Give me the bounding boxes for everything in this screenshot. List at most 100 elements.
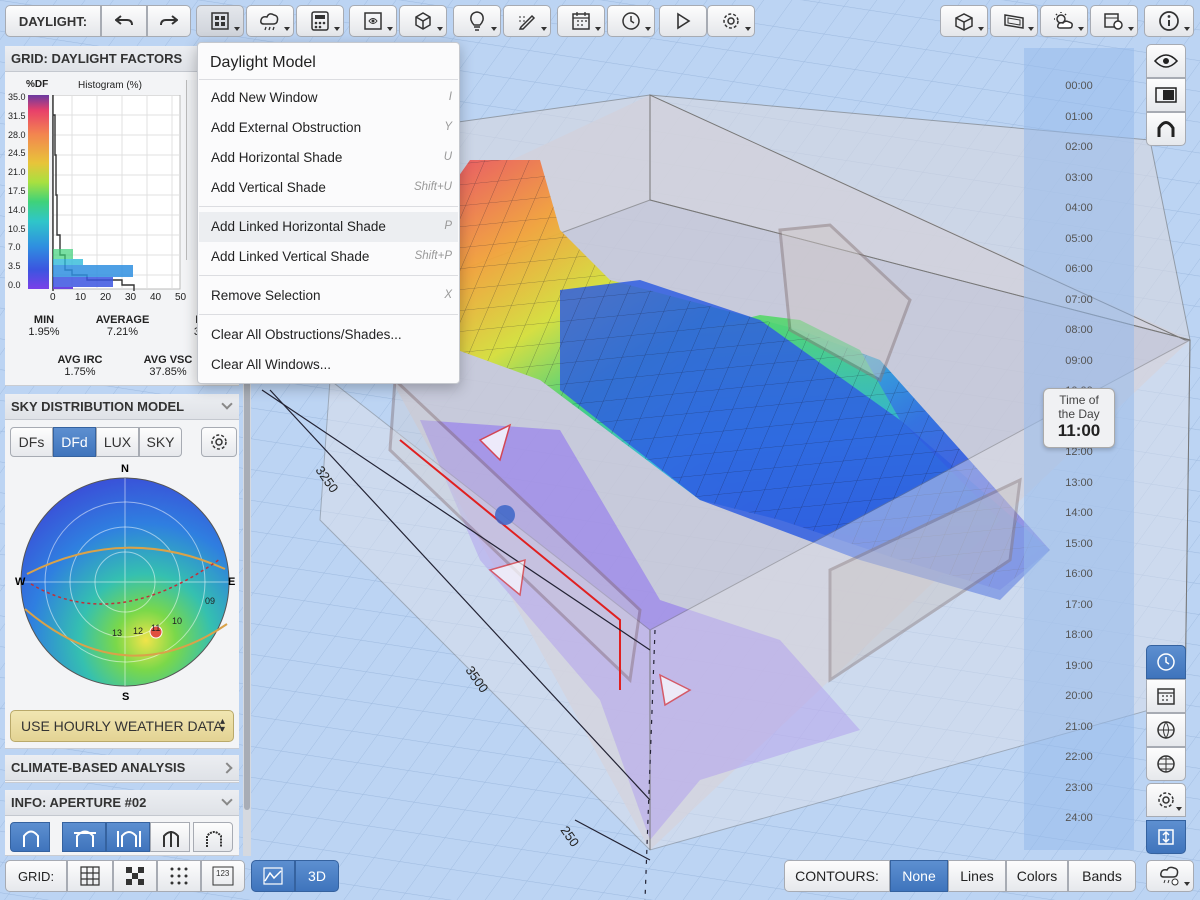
contour-colors-button[interactable]: Colors (1006, 860, 1068, 892)
play-button[interactable] (659, 5, 707, 37)
menu-add-linked-vertical-shade[interactable]: Add Linked Vertical Shade Shift+P (199, 242, 458, 272)
menu-add-vertical-shade[interactable]: Add Vertical Shade Shift+U (199, 173, 458, 203)
light-bulb-button[interactable] (453, 5, 501, 37)
magnet-button[interactable] (1146, 112, 1186, 146)
toggle-panel-icon (1155, 87, 1177, 103)
aperture-side-button[interactable] (106, 822, 150, 852)
info-icon (1159, 11, 1179, 31)
dots-grid-icon (170, 867, 188, 885)
sky-settings-button[interactable] (201, 427, 237, 457)
sky-tab-lux[interactable]: LUX (96, 427, 139, 457)
menu-add-linked-horizontal-shade[interactable]: Add Linked Horizontal Shade P (199, 212, 458, 242)
aperture-frame-button[interactable] (150, 822, 190, 852)
grid-values-button[interactable]: 123 (201, 860, 245, 892)
info-button[interactable] (1144, 5, 1194, 37)
aperture-info-panel: INFO: APERTURE #02 (5, 790, 239, 856)
chevron-down-icon[interactable] (221, 794, 233, 806)
clock-icon (622, 12, 640, 30)
hour-12: 12 (133, 626, 143, 636)
eye-icon (1154, 54, 1178, 68)
current-time: 11:00 (1057, 421, 1101, 440)
undo-button[interactable] (101, 5, 147, 37)
menu-remove-selection[interactable]: Remove Selection X (199, 281, 458, 311)
sun-cloud-button[interactable] (1040, 5, 1088, 37)
light-bulb-icon (470, 11, 484, 31)
calendar-icon (572, 12, 590, 30)
contour-none-button[interactable]: None (890, 860, 948, 892)
min-value: 1.95% (28, 326, 60, 338)
scale-label: 7.0 (8, 242, 21, 253)
sky-tab-sky[interactable]: SKY (139, 427, 182, 457)
sky-tab-dfd[interactable]: DFd (53, 427, 96, 457)
avg-irc-label: AVG IRC (57, 354, 103, 366)
scale-label: 0.0 (8, 280, 21, 290)
chevron-down-icon[interactable] (221, 398, 233, 410)
building-box-button[interactable] (940, 5, 988, 37)
sky-dome-chart[interactable]: N S W E 13 12 11 10 09 (15, 464, 235, 704)
clock-button[interactable] (607, 5, 655, 37)
time-label: 21:00 (1065, 720, 1093, 733)
globe-grid-button[interactable] (1146, 747, 1186, 781)
edit-pen-button[interactable] (503, 5, 551, 37)
time-label: 17:00 (1065, 598, 1093, 611)
calendar-settings-button[interactable] (1090, 5, 1138, 37)
visibility-button[interactable] (1146, 44, 1186, 78)
fit-view-button[interactable] (1146, 820, 1186, 854)
time-of-day-bubble[interactable]: Time of the Day 11:00 (1043, 388, 1115, 448)
sun-cloud-icon (1054, 12, 1073, 29)
time-label: 13:00 (1065, 476, 1093, 489)
daylight-mode-label: DAYLIGHT: (5, 5, 101, 37)
grid-points-button[interactable] (157, 860, 201, 892)
scale-label: 31.5 (8, 110, 26, 121)
toggle-panel-button[interactable] (1146, 78, 1186, 112)
climate-analysis-panel[interactable]: CLIMATE-BASED ANALYSIS (5, 755, 239, 783)
redo-button[interactable] (147, 5, 191, 37)
grid-lines-button[interactable] (67, 860, 113, 892)
compass-west: W (15, 576, 26, 588)
time-label: 24:00 (1065, 812, 1093, 824)
menu-add-new-window[interactable]: Add New Window I (199, 83, 458, 113)
weather-settings-button[interactable] (1146, 860, 1194, 892)
view-frame-button[interactable] (349, 5, 397, 37)
arch-grid-icon (206, 831, 222, 847)
view-settings-button[interactable] (1146, 783, 1186, 817)
aperture-grid-button[interactable] (193, 822, 233, 852)
checkerboard-icon (126, 867, 144, 885)
window-frame-button[interactable] (990, 5, 1038, 37)
aperture-type-arch-button[interactable] (10, 822, 50, 852)
globe-view-button[interactable] (1146, 713, 1186, 747)
box-view-button[interactable] (399, 5, 447, 37)
time-bubble-label: Time of the Day (1058, 393, 1100, 421)
menu-add-horizontal-shade[interactable]: Add Horizontal Shade U (199, 143, 458, 173)
menu-clear-windows[interactable]: Clear All Windows... (199, 350, 458, 380)
chevron-right-icon[interactable] (221, 762, 233, 774)
sky-tab-dfs[interactable]: DFs (10, 427, 53, 457)
weather-button-label: USE HOURLY WEATHER DATA (21, 718, 223, 734)
contour-lines-button[interactable]: Lines (948, 860, 1006, 892)
scale-label: 3.5 (8, 261, 21, 272)
daylight-model-menu-button[interactable] (196, 5, 244, 37)
time-label: 09:00 (1065, 354, 1093, 367)
hour-11: 11 (151, 623, 160, 633)
contour-bands-button[interactable]: Bands (1068, 860, 1136, 892)
clock-view-button[interactable] (1146, 645, 1186, 679)
average-value: 7.21% (106, 326, 139, 338)
aperture-shade-button[interactable] (62, 822, 106, 852)
settings-button[interactable] (707, 5, 755, 37)
calculator-button[interactable] (296, 5, 344, 37)
menu-add-external-obstruction[interactable]: Add External Obstruction Y (199, 113, 458, 143)
window-frame-icon (1004, 14, 1024, 29)
hour-13: 13 (112, 628, 122, 638)
edit-pen-icon (518, 14, 536, 30)
menu-clear-obstructions[interactable]: Clear All Obstructions/Shades... (199, 320, 458, 350)
use-hourly-weather-button[interactable]: USE HOURLY WEATHER DATA ▴ ▾ (10, 710, 234, 742)
grid-checker-button[interactable] (113, 860, 157, 892)
climate-panel-title: CLIMATE-BASED ANALYSIS (11, 760, 186, 775)
arch-window-icon (23, 830, 39, 847)
calendar-button[interactable] (557, 5, 605, 37)
calendar-view-button[interactable] (1146, 679, 1186, 713)
graph-view-button[interactable] (251, 860, 295, 892)
view-3d-button[interactable]: 3D (295, 860, 339, 892)
weather-button[interactable] (246, 5, 294, 37)
time-label: 18:00 (1065, 629, 1093, 641)
